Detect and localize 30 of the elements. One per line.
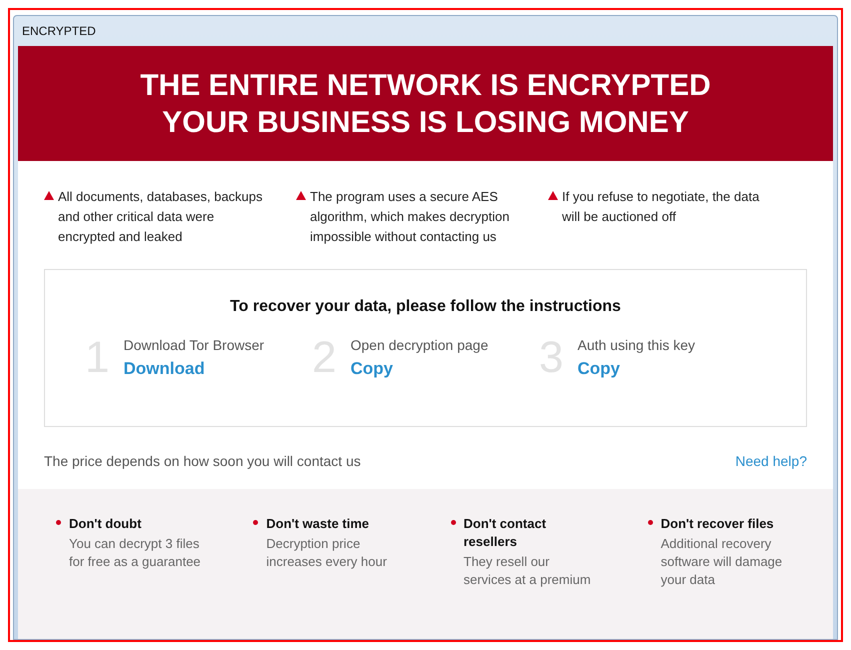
warning-triangle-icon (44, 191, 54, 200)
step-label: Auth using this key (577, 336, 695, 355)
bullet-icon (648, 520, 653, 525)
tip-title: Don't waste time (266, 515, 370, 533)
step-label: Download Tor Browser (123, 336, 264, 355)
bullet-icon (450, 520, 456, 525)
window-title: ENCRYPTED (22, 23, 96, 40)
tip-title: Don't recover files (660, 515, 775, 533)
tip-title: Don't contact resellers (464, 515, 548, 551)
price-note: The price depends on how soon you will contact us (44, 452, 361, 471)
banner-heading: THE ENTIRE NETWORK IS ENCRYPTED (140, 68, 711, 104)
tip-text: Additional recovery software will damage your data (660, 535, 784, 589)
tip-title: Don't doubt (69, 515, 142, 533)
warning-triangle-icon (296, 191, 306, 200)
step-label: Open decryption page (350, 336, 488, 355)
step-link[interactable]: Copy (350, 356, 488, 382)
tip-text: They resell our services at a premium (464, 553, 592, 589)
warning-text: All documents, databases, backups and other critical data were encrypted and leaked (58, 188, 264, 246)
bullet-icon (253, 520, 258, 525)
tip-text: Decryption price increases every hour (266, 535, 388, 571)
help-link[interactable]: Need help? (735, 450, 807, 472)
bullet-icon (56, 520, 61, 525)
step-link[interactable]: Download (123, 356, 264, 382)
warning-text: If you refuse to negotiate, the data will be auctioned off (562, 188, 760, 226)
warning-triangle-icon (548, 191, 558, 200)
tip-text: You can decrypt 3 files for free as a guarantee (69, 535, 202, 571)
instructions-title: To recover your data, please follow the instructions (230, 297, 621, 317)
warning-text: The program uses a secure AES algorithm, which makes decryption impossible without contacting us (310, 188, 510, 246)
step-link[interactable]: Copy (577, 356, 695, 382)
banner-heading: YOUR BUSINESS IS LOSING MONEY (162, 104, 689, 140)
